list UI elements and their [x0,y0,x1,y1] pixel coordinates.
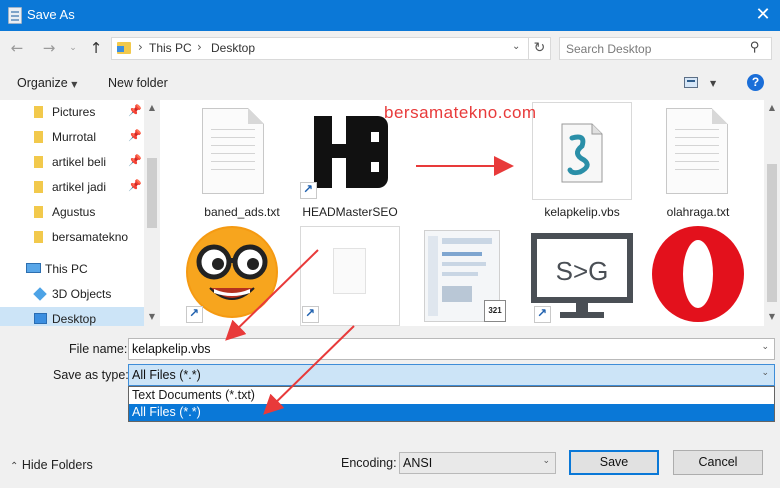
encoding-select[interactable]: ANSI ⌄ [399,452,556,474]
hide-folders-label: Hide Folders [21,458,93,472]
chevron-up-icon: ⌃ [10,461,19,472]
encoding-label: Encoding: [341,456,397,470]
save-button[interactable]: Save [569,450,659,475]
annotation-arrow [225,249,319,341]
annotation-arrow [263,325,355,415]
hide-folders-button[interactable]: ⌃ Hide Folders [10,458,93,472]
chevron-down-icon[interactable]: ⌄ [542,456,550,466]
annotation-arrows [225,156,514,415]
cancel-button[interactable]: Cancel [673,450,763,475]
encoding-value: ANSI [403,456,433,470]
